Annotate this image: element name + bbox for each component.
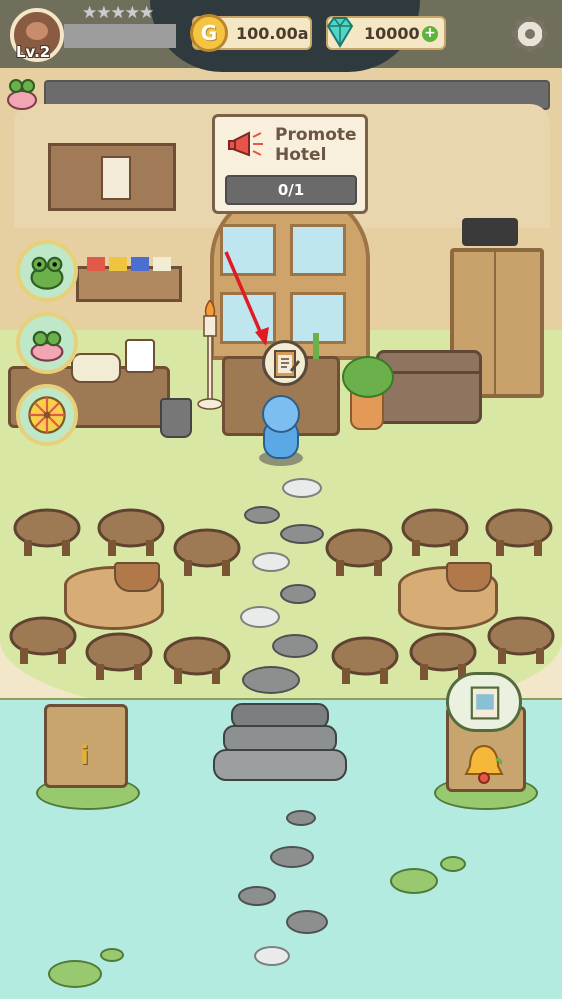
postcard-bubble[interactable] <box>446 672 522 732</box>
storage-chest[interactable] <box>376 350 482 424</box>
lily-pad <box>100 948 124 962</box>
shell-frog-icon <box>30 330 64 362</box>
lucky-wheel-button[interactable] <box>16 384 78 446</box>
stool[interactable] <box>324 528 394 580</box>
candle-lamp <box>197 300 223 410</box>
stepping-stone <box>282 478 322 498</box>
add-gems-button[interactable]: + <box>422 26 438 42</box>
stool[interactable] <box>330 636 400 688</box>
megaphone-icon <box>228 131 263 157</box>
lily-pad <box>440 856 466 872</box>
clipboard-icon <box>274 350 301 378</box>
elevator-indicator <box>462 218 518 246</box>
stool[interactable] <box>96 508 166 560</box>
game-scene: Promote Hotel 0/1 i ★★★★★ Lv.2 G 100.00a… <box>0 0 562 999</box>
trash-bin <box>160 398 192 438</box>
stepping-stone <box>242 666 300 694</box>
promote-hotel-panel[interactable]: Promote Hotel 0/1 <box>212 114 368 214</box>
info-icon: i <box>80 741 89 771</box>
stool[interactable] <box>172 528 242 580</box>
frog-icon <box>30 256 64 290</box>
frog-shell-button[interactable] <box>16 312 78 374</box>
stepping-stone <box>270 846 314 868</box>
window-pane <box>220 292 276 344</box>
promote-progress: 0/1 <box>225 175 357 205</box>
stool[interactable] <box>8 616 78 668</box>
stepping-stone <box>286 810 316 826</box>
stool[interactable] <box>12 508 82 560</box>
postcard-icon <box>470 686 500 720</box>
stepping-stone <box>238 886 276 906</box>
potted-plant <box>342 356 394 398</box>
rating-stars: ★★★★★ <box>82 3 154 23</box>
stool[interactable] <box>162 636 232 688</box>
stool[interactable] <box>486 616 556 668</box>
gem-value: 10000 <box>364 23 420 43</box>
stepping-stone <box>280 524 324 544</box>
player-level: Lv.2 <box>16 43 51 61</box>
stepping-stone <box>244 506 280 524</box>
wheel-icon <box>28 396 66 434</box>
window-pane <box>220 224 276 276</box>
lily-pad <box>390 868 438 894</box>
info-post[interactable]: i <box>44 704 128 788</box>
stool[interactable] <box>84 632 154 684</box>
player-name-bar <box>64 24 176 48</box>
stepping-stone <box>252 552 290 572</box>
frog-receptionist[interactable] <box>256 380 306 466</box>
gem-counter[interactable]: 10000 + <box>326 16 446 50</box>
promote-title: Promote Hotel <box>275 125 357 165</box>
bell-icon <box>464 744 504 784</box>
notice-paper-icon <box>101 156 131 200</box>
gem-icon <box>326 17 354 48</box>
towel-shelf <box>76 257 182 302</box>
fruit-basket <box>446 562 492 592</box>
gold-coin-icon: G <box>190 14 228 52</box>
stepping-stone <box>280 584 316 604</box>
window-pane <box>290 224 346 276</box>
shell-icon[interactable] <box>4 72 40 112</box>
lily-pad <box>48 960 102 988</box>
notice-board[interactable] <box>48 143 176 211</box>
stepping-stone <box>254 946 290 966</box>
stool[interactable] <box>400 508 470 560</box>
hotel-door <box>210 190 370 360</box>
task-bubble[interactable] <box>262 340 308 386</box>
entrance-stairs <box>213 703 347 781</box>
stepping-stone <box>240 606 280 628</box>
fruit-basket <box>114 562 160 592</box>
stool[interactable] <box>484 508 554 560</box>
settings-gear-icon[interactable] <box>510 14 550 54</box>
frog-guide-button[interactable] <box>16 240 78 302</box>
stepping-stone <box>272 634 318 658</box>
stepping-stone <box>286 910 328 934</box>
gold-counter[interactable]: G 100.00a <box>190 14 312 52</box>
gold-value: 100.00a <box>236 23 309 43</box>
